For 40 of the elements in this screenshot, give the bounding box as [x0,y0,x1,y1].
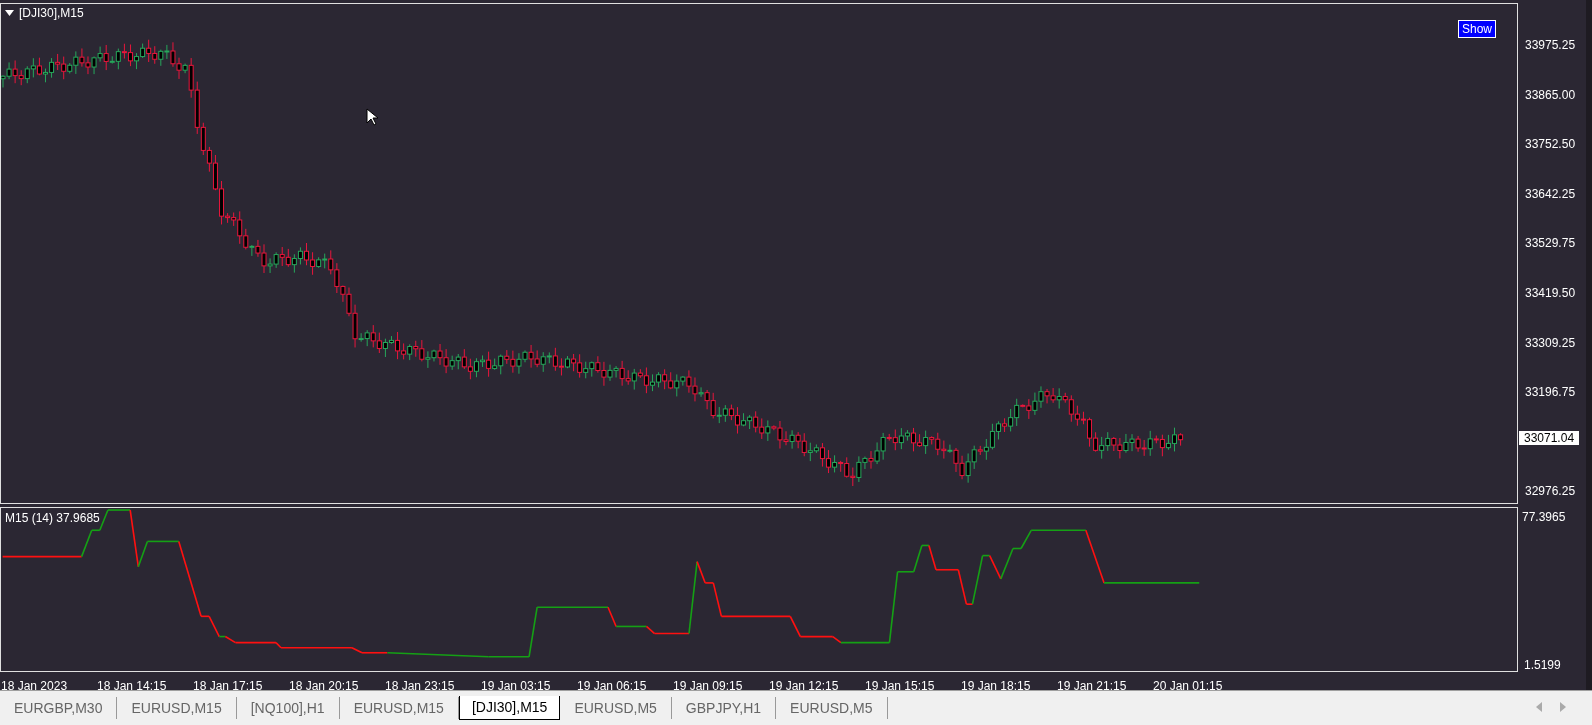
price-axis-label: 33529.75 [1524,237,1576,250]
dropdown-triangle-icon[interactable] [5,10,14,16]
price-axis-label: 33309.25 [1524,336,1576,349]
time-axis-label: 19 Jan 06:15 [576,679,647,693]
chart-tab[interactable]: EURUSD,M5 [776,697,888,719]
time-axis-label: 19 Jan 03:15 [480,679,551,693]
chart-tab[interactable]: [NQ100],H1 [236,697,340,719]
time-axis-label: 19 Jan 18:15 [960,679,1031,693]
time-axis-label: 19 Jan 09:15 [672,679,743,693]
price-axis-label: 33865.00 [1524,88,1576,101]
time-axis-label: 18 Jan 17:15 [192,679,263,693]
chart-tab[interactable]: EURUSD,M15 [339,697,459,719]
current-price-tag: 33071.04 [1519,431,1580,445]
mouse-pointer-icon [366,108,378,126]
chart-tab[interactable]: GBPJPY,H1 [671,697,777,719]
chart-symbol-label: [DJI30],M15 [19,7,84,19]
scroll-right-icon[interactable] [1560,702,1566,712]
time-axis-label: 19 Jan 12:15 [768,679,839,693]
time-axis-label: 19 Jan 21:15 [1056,679,1127,693]
time-axis-label: 18 Jan 2023 [0,679,68,693]
time-axis-label: 18 Jan 20:15 [288,679,359,693]
price-axis-label: 33975.25 [1524,39,1576,51]
price-axis-label: 33419.50 [1524,286,1576,299]
chart-tab[interactable]: EURUSD,M15 [117,697,237,719]
indicator-axis-label: 77.3965 [1522,511,1566,523]
indicator-label: M15 (14) 37.9685 [5,511,100,524]
price-axis-label: 32976.25 [1524,485,1576,498]
price-axis-label: 33642.25 [1524,187,1576,200]
time-axis-label: 20 Jan 01:15 [1152,679,1223,693]
price-axis-label: 33752.50 [1524,138,1576,151]
chart-tab[interactable]: EURUSD,M5 [560,697,672,719]
scroll-left-icon[interactable] [1536,702,1542,712]
indicator-axis-label: 1.5199 [1524,659,1561,671]
show-button[interactable]: Show [1457,20,1496,38]
time-axis-label: 18 Jan 14:15 [96,679,167,693]
chart-tab[interactable]: EURGBP,M30 [0,697,118,719]
chart-tab[interactable]: [DJI30],M15 [458,696,561,720]
time-axis-label: 19 Jan 15:15 [864,679,935,693]
price-axis-label: 33196.75 [1524,386,1576,399]
time-axis-label: 18 Jan 23:15 [384,679,455,693]
